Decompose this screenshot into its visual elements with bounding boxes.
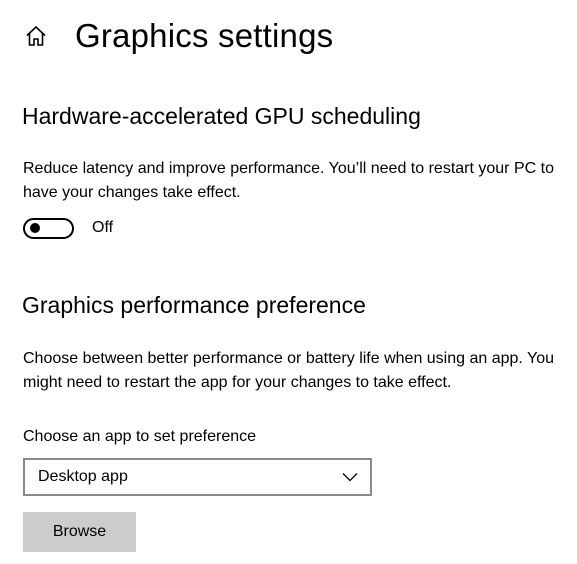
home-icon[interactable] bbox=[22, 22, 50, 50]
graphics-settings-page: Graphics settings Hardware-accelerated G… bbox=[0, 0, 577, 564]
gpu-scheduling-heading: Hardware-accelerated GPU scheduling bbox=[22, 103, 421, 129]
dropdown-selected-value: Desktop app bbox=[38, 468, 128, 485]
performance-preference-heading: Graphics performance preference bbox=[22, 292, 366, 318]
choose-app-label: Choose an app to set preference bbox=[23, 428, 257, 445]
page-header: Graphics settings bbox=[22, 14, 333, 58]
app-type-dropdown[interactable]: Desktop app bbox=[23, 458, 372, 496]
page-title: Graphics settings bbox=[75, 17, 334, 54]
toggle-knob bbox=[30, 223, 40, 233]
performance-preference-description: Choose between better performance or bat… bbox=[23, 350, 555, 391]
toggle-state-label: Off bbox=[92, 219, 114, 236]
gpu-scheduling-toggle-row: Off bbox=[23, 216, 113, 240]
gpu-scheduling-toggle[interactable] bbox=[23, 217, 74, 239]
chevron-down-icon bbox=[342, 472, 358, 482]
gpu-scheduling-description: Reduce latency and improve performance. … bbox=[23, 160, 554, 201]
browse-button[interactable]: Browse bbox=[23, 512, 136, 552]
